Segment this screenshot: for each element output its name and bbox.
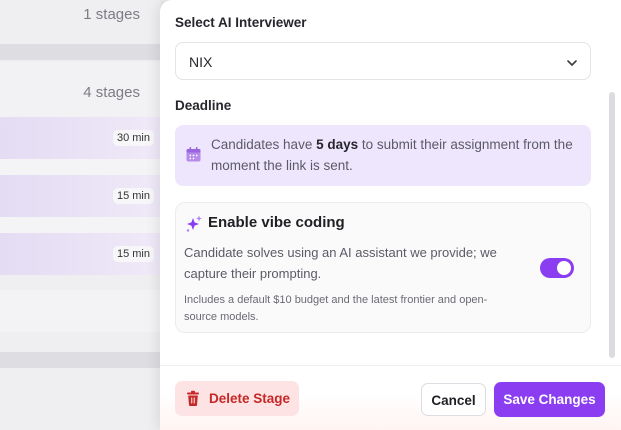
deadline-notice-text: Candidates have 5 days to submit their a… (211, 134, 581, 176)
stage-group-row: 4 stages (0, 62, 160, 117)
duration-badge: 30 min (112, 130, 154, 146)
stage-count: 4 stages (83, 84, 140, 101)
vibe-coding-description: Candidate solves using an AI assistant w… (184, 245, 497, 281)
deadline-notice: Candidates have 5 days to submit their a… (175, 125, 591, 186)
duration-badge: 15 min (112, 188, 154, 204)
cancel-button[interactable]: Cancel (421, 383, 486, 416)
stage-count: 1 stages (83, 6, 140, 23)
sparkle-icon (184, 214, 204, 239)
delete-stage-label: Delete Stage (209, 391, 291, 406)
edit-stage-drawer: Select AI Interviewer NIX Deadline Candi… (160, 0, 621, 430)
stage-group-row: 1 stages (0, 0, 160, 40)
vibe-coding-title: Enable vibe coding (208, 214, 345, 231)
deadline-label: Deadline (175, 98, 232, 113)
save-changes-button[interactable]: Save Changes (494, 382, 605, 417)
chevron-down-icon (566, 56, 578, 74)
spacer (0, 217, 160, 233)
vibe-coding-card: Enable vibe coding Candidate solves usin… (175, 202, 591, 333)
vibe-coding-toggle[interactable] (540, 258, 574, 278)
toggle-knob (557, 261, 571, 275)
interviewer-select-value: NIX (189, 54, 213, 70)
notice-prefix: Candidates have (211, 137, 317, 152)
divider (0, 44, 160, 60)
delete-stage-button[interactable]: Delete Stage (175, 381, 299, 416)
interviewer-select[interactable]: NIX (175, 42, 591, 80)
add-stage-row (0, 290, 160, 332)
spacer (0, 159, 160, 175)
calendar-icon (185, 146, 202, 168)
background-page: 1 stages 4 stages 30 min 15 min 15 min (0, 0, 160, 430)
interviewer-label: Select AI Interviewer (175, 15, 307, 30)
stage-item[interactable]: 15 min (0, 175, 160, 217)
stage-item[interactable]: 15 min (0, 233, 160, 275)
deadline-days: 5 days (316, 137, 359, 152)
duration-badge: 15 min (112, 246, 154, 262)
stage-item[interactable]: 30 min (0, 117, 160, 159)
divider (0, 352, 160, 368)
vibe-coding-note: Includes a default $10 budget and the la… (184, 294, 488, 323)
save-changes-label: Save Changes (503, 392, 596, 407)
scrollbar[interactable] (609, 92, 615, 358)
trash-icon (185, 390, 201, 412)
drawer-footer: Delete Stage Cancel Save Changes (160, 365, 621, 430)
cancel-label: Cancel (431, 393, 476, 408)
